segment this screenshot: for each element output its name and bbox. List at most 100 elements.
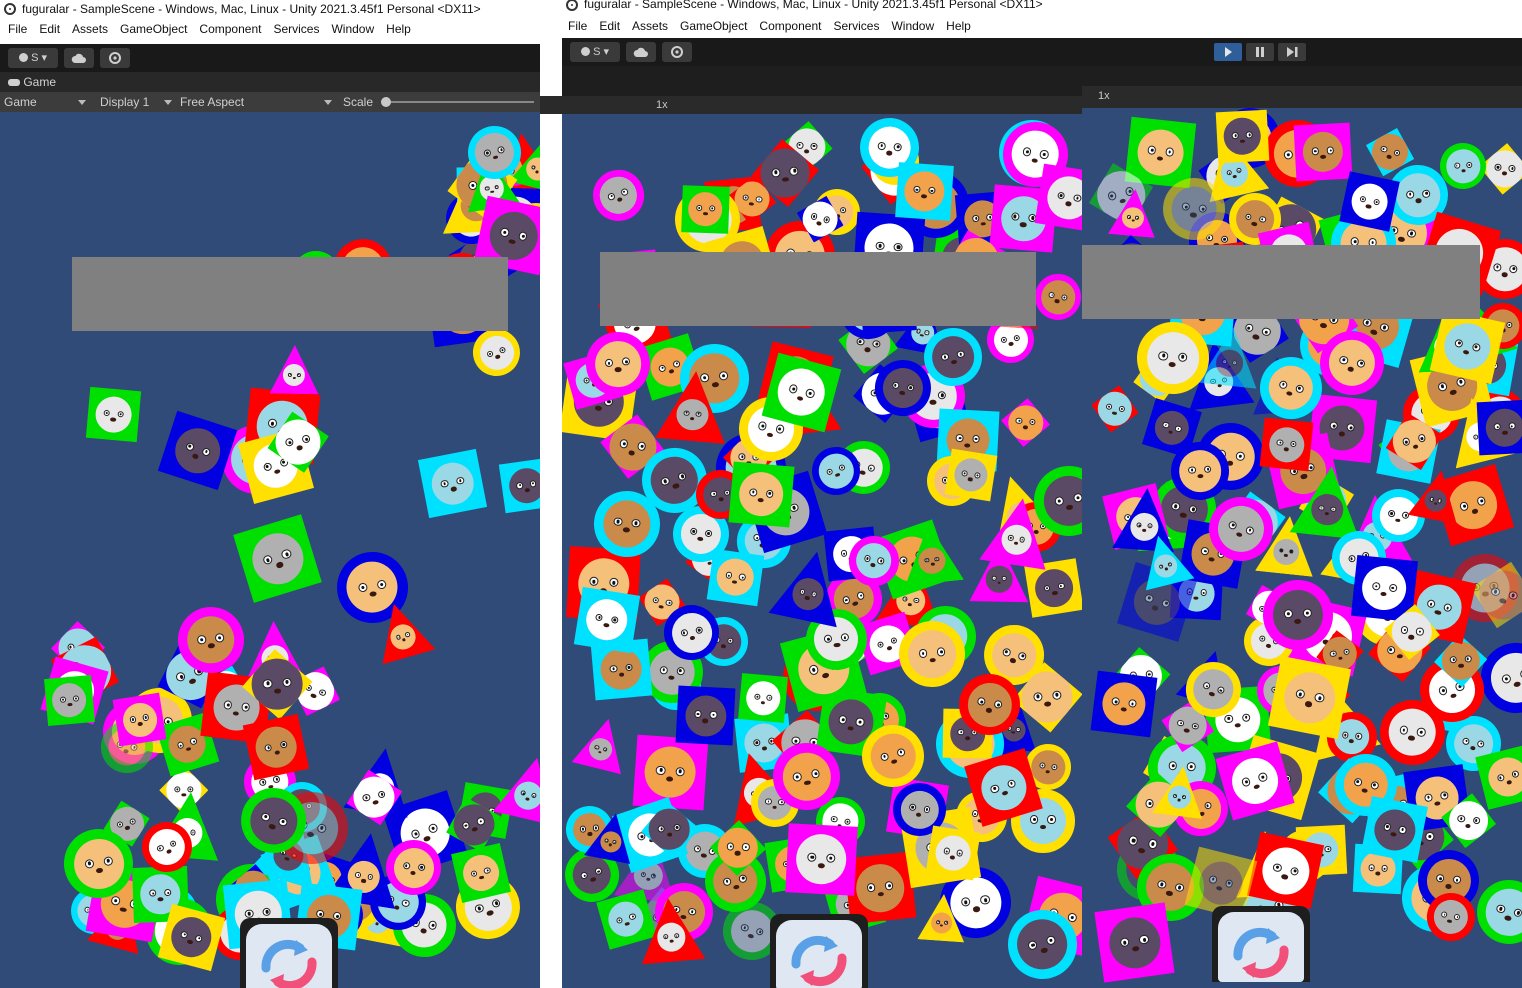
animal-tile[interactable] — [270, 344, 320, 394]
scale-slider-handle[interactable] — [381, 97, 391, 107]
game-tab[interactable]: Game — [8, 72, 56, 92]
animal-tile[interactable] — [232, 514, 322, 604]
eye-icon — [169, 839, 178, 848]
animal-tile[interactable] — [1215, 109, 1270, 163]
animal-tile[interactable] — [498, 457, 540, 514]
nose-icon — [492, 154, 499, 160]
eye-icon — [517, 231, 528, 242]
account-button[interactable]: S ▾ — [8, 48, 58, 68]
animal-tile[interactable] — [1268, 655, 1352, 740]
eye-icon — [1045, 935, 1057, 947]
animal-tile[interactable] — [1360, 795, 1428, 863]
aspect-dropdown[interactable]: Free Aspect — [180, 92, 332, 112]
game-view[interactable] — [562, 114, 1082, 988]
game-view[interactable] — [1082, 108, 1522, 988]
eye-icon — [955, 433, 964, 442]
menu-component[interactable]: Component — [193, 18, 267, 40]
eye-icon — [1458, 501, 1469, 513]
animal-tile[interactable] — [1034, 163, 1082, 233]
eye-icon — [197, 634, 207, 645]
animal-tile[interactable] — [728, 461, 795, 528]
menu-gameobject[interactable]: GameObject — [114, 18, 193, 40]
animal-tile[interactable] — [944, 448, 998, 502]
view-mode-dropdown[interactable]: Game — [4, 92, 88, 112]
pause-button[interactable] — [1246, 43, 1274, 61]
play-button[interactable] — [1214, 43, 1242, 61]
settings-button[interactable] — [662, 42, 692, 62]
animal-tile[interactable] — [1474, 744, 1522, 811]
animal-tile[interactable] — [1090, 670, 1158, 738]
game-view[interactable] — [0, 112, 540, 988]
nose-icon — [449, 486, 457, 492]
refresh-button[interactable] — [1212, 906, 1310, 982]
display-dropdown[interactable]: Display 1 — [100, 92, 172, 112]
animal-tile[interactable] — [1293, 122, 1353, 181]
animal-tile[interactable] — [999, 396, 1052, 449]
animal-tile[interactable] — [706, 548, 765, 607]
eye-icon — [260, 811, 271, 823]
animal-tile[interactable] — [585, 163, 651, 228]
cloud-button[interactable] — [626, 42, 656, 62]
animal-tile[interactable] — [1476, 399, 1522, 456]
animal-tile[interactable] — [112, 692, 167, 747]
animal-tile[interactable] — [675, 685, 736, 746]
animal-face-icon — [865, 728, 920, 784]
animal-tile[interactable] — [573, 586, 640, 653]
menu-edit[interactable]: Edit — [593, 14, 626, 38]
step-button[interactable] — [1278, 43, 1306, 61]
animal-tile[interactable] — [1031, 269, 1082, 325]
menu-help[interactable]: Help — [940, 14, 977, 38]
menu-services[interactable]: Services — [267, 18, 325, 40]
animal-tile[interactable] — [417, 448, 487, 519]
animal-tile[interactable] — [157, 410, 238, 490]
animal-tile[interactable] — [44, 675, 95, 727]
refresh-button[interactable] — [770, 914, 868, 988]
animal-tile[interactable] — [1259, 417, 1314, 472]
cloud-button[interactable] — [64, 48, 94, 68]
eye-icon — [790, 166, 800, 176]
animal-tile[interactable] — [571, 712, 633, 774]
animal-tile[interactable] — [925, 825, 982, 882]
account-button[interactable]: S ▾ — [570, 42, 620, 62]
menu-window[interactable]: Window — [885, 14, 940, 38]
animal-tile[interactable] — [242, 714, 310, 782]
animal-tile[interactable] — [632, 734, 709, 810]
animal-face-icon — [963, 679, 1015, 731]
settings-button[interactable] — [100, 48, 130, 68]
eye-icon — [1177, 719, 1185, 727]
eye-icon — [1429, 497, 1434, 502]
menu-component[interactable]: Component — [753, 14, 827, 38]
menu-services[interactable]: Services — [827, 14, 885, 38]
menu-help[interactable]: Help — [380, 18, 417, 40]
eye-icon — [1019, 537, 1025, 543]
animal-tile[interactable] — [681, 184, 730, 234]
animal-tile[interactable] — [85, 387, 141, 443]
animal-tile[interactable] — [1339, 171, 1401, 233]
menu-file[interactable]: File — [562, 14, 593, 38]
menu-gameobject[interactable]: GameObject — [674, 14, 753, 38]
menu-assets[interactable]: Assets — [626, 14, 674, 38]
animal-tile[interactable] — [1246, 831, 1325, 910]
menu-file[interactable]: File — [2, 18, 33, 40]
eye-icon — [922, 805, 931, 814]
refresh-button[interactable] — [240, 918, 338, 988]
menu-window[interactable]: Window — [325, 18, 380, 40]
eye-icon — [927, 186, 936, 195]
animal-tile[interactable] — [785, 823, 858, 896]
nose-icon — [929, 657, 937, 664]
menu-edit[interactable]: Edit — [33, 18, 66, 40]
eye-icon — [876, 556, 885, 565]
menu-assets[interactable]: Assets — [66, 18, 114, 40]
eye-icon — [1161, 597, 1172, 609]
animal-tile[interactable] — [738, 673, 789, 724]
animal-tile[interactable] — [1429, 308, 1505, 384]
scale-slider-track[interactable] — [384, 101, 534, 103]
eye-icon — [840, 550, 848, 558]
eye-icon — [663, 935, 669, 941]
animal-tile[interactable] — [1093, 902, 1175, 983]
eye-icon — [1387, 645, 1396, 654]
animal-tile[interactable] — [895, 161, 954, 221]
animal-tile[interactable] — [1088, 381, 1143, 436]
nose-icon — [1011, 731, 1015, 734]
eye-icon — [893, 242, 903, 252]
